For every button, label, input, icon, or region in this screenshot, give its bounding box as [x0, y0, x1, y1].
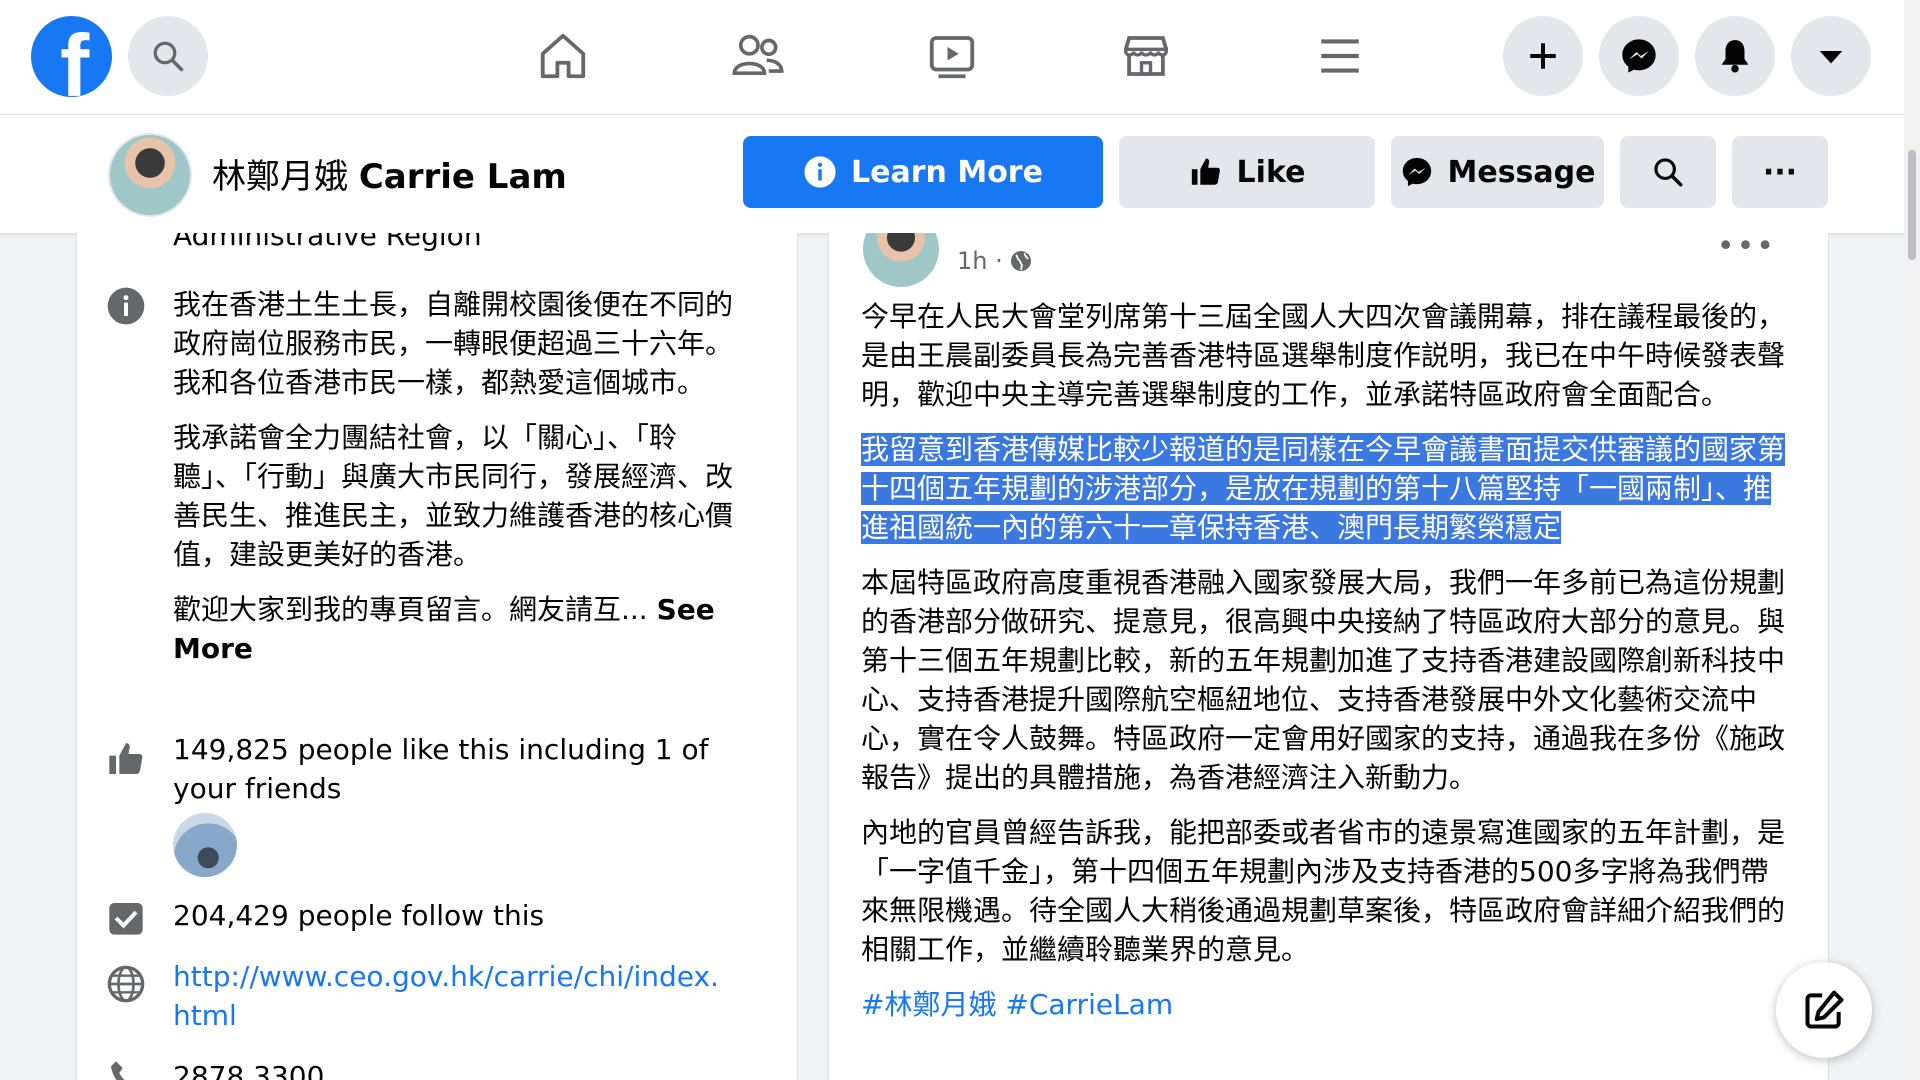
post-paragraph: 內地的官員曾經告訴我，能把部委或者省市的遠景寫進國家的五年計劃，是「一字值千金」…	[861, 816, 1786, 966]
learn-more-button[interactable]: Learn More	[743, 136, 1103, 208]
globe-icon	[107, 965, 145, 1003]
search-page-button[interactable]	[1620, 136, 1716, 208]
post-author-avatar[interactable]	[863, 233, 939, 287]
about-text: 我在香港土生土長，自離開校園後便在不同的政府崗位服務市民，一轉眼便超過三十六年。…	[173, 288, 734, 665]
compose-icon	[1805, 990, 1844, 1029]
nav-marketplace[interactable]	[1116, 26, 1176, 86]
post-card: 1h · ••• 今早在人民大會堂列席第十三屆全國人大四次會議開幕，排在議程最後…	[828, 233, 1829, 1080]
post-paragraph: 本屆特區政府高度重視香港融入國家發展大局，我們一年多前已為這份規劃的香港部分做研…	[861, 566, 1786, 794]
phone-row-icon	[105, 1057, 147, 1080]
search-icon	[1654, 158, 1683, 187]
post-options-button[interactable]: •••	[1717, 233, 1776, 264]
intro-category-line: Administrative Region	[173, 233, 482, 252]
messenger-icon	[1402, 157, 1431, 187]
website-link[interactable]: http://www.ceo.gov.hk/carrie/chi/index.h…	[173, 957, 733, 1035]
post-text: 今早在人民大會堂列席第十三屆全國人大四次會議開幕，排在議程最後的，是由王晨副委員…	[861, 297, 1791, 1040]
search-icon	[153, 41, 184, 72]
info-icon	[107, 287, 145, 325]
scrollbar-thumb[interactable]	[1908, 150, 1916, 260]
likes-row-icon	[105, 738, 147, 780]
notifications-icon	[1721, 40, 1749, 73]
website-row-icon	[105, 963, 147, 1005]
page-avatar[interactable]	[108, 133, 192, 217]
marketplace-icon	[1123, 36, 1169, 76]
info-row-icon	[105, 285, 147, 327]
compose-message-button[interactable]	[1776, 962, 1872, 1058]
messenger-icon	[1622, 39, 1656, 73]
message-page-button[interactable]: Message	[1391, 136, 1604, 208]
facebook-logo[interactable]: f	[31, 16, 112, 97]
account-button[interactable]	[1791, 16, 1871, 96]
info-icon	[804, 156, 836, 188]
friend-avatar[interactable]	[173, 813, 237, 877]
nav-home[interactable]	[533, 26, 593, 86]
nav-friends[interactable]	[728, 26, 788, 86]
follow-count: 204,429 people follow this	[173, 899, 545, 932]
like-page-button[interactable]: Like	[1119, 136, 1375, 208]
nav-watch[interactable]	[922, 26, 982, 86]
phone-number: 2878 3300	[173, 1060, 325, 1080]
page-title[interactable]: 林鄭月娥 Carrie Lam	[212, 149, 567, 198]
post-timestamp[interactable]: 1h ·	[957, 247, 1033, 275]
page-header-bar: 林鄭月娥 Carrie Lam Learn More Like Message …	[0, 115, 1904, 233]
follow-checkbox-icon	[109, 903, 143, 935]
create-button[interactable]	[1503, 16, 1583, 96]
intro-card: Administrative Region 我在香港土生土長，自離開校園後便在不…	[76, 233, 798, 1080]
page-more-button[interactable]: ···	[1732, 136, 1828, 208]
public-globe-icon	[1010, 251, 1031, 271]
messenger-button[interactable]	[1599, 16, 1679, 96]
thumbs-up-icon	[109, 743, 143, 774]
text-selection[interactable]: 我留意到香港傳媒比較少報道的是同樣在今早會議書面提交供審議的國家第十四個五年規劃…	[861, 433, 1786, 544]
friends-icon	[732, 34, 784, 76]
top-navigation-bar: f	[0, 0, 1904, 115]
follow-row-icon	[105, 897, 147, 939]
page-scrollbar[interactable]	[1904, 0, 1920, 1080]
post-paragraph: 今早在人民大會堂列席第十三屆全國人大四次會議開幕，排在議程最後的，是由王晨副委員…	[861, 300, 1786, 411]
post-hashtags[interactable]: #林鄭月娥 #CarrieLam	[861, 985, 1791, 1024]
home-icon	[540, 33, 586, 79]
phone-icon	[111, 1061, 125, 1080]
thumbs-up-icon	[1191, 158, 1220, 185]
nav-menu[interactable]	[1310, 26, 1370, 86]
watch-icon	[929, 36, 975, 79]
search-button[interactable]	[128, 16, 208, 96]
post-paragraph-selected: 我留意到香港傳媒比較少報道的是同樣在今早會議書面提交供審議的國家第十四個五年規劃…	[861, 430, 1791, 547]
account-dropdown-icon	[1819, 51, 1843, 64]
plus-icon	[1530, 43, 1556, 69]
notifications-button[interactable]	[1695, 16, 1775, 96]
menu-icon	[1321, 39, 1359, 73]
likes-count: 149,825 people like this including 1 of …	[173, 733, 709, 805]
